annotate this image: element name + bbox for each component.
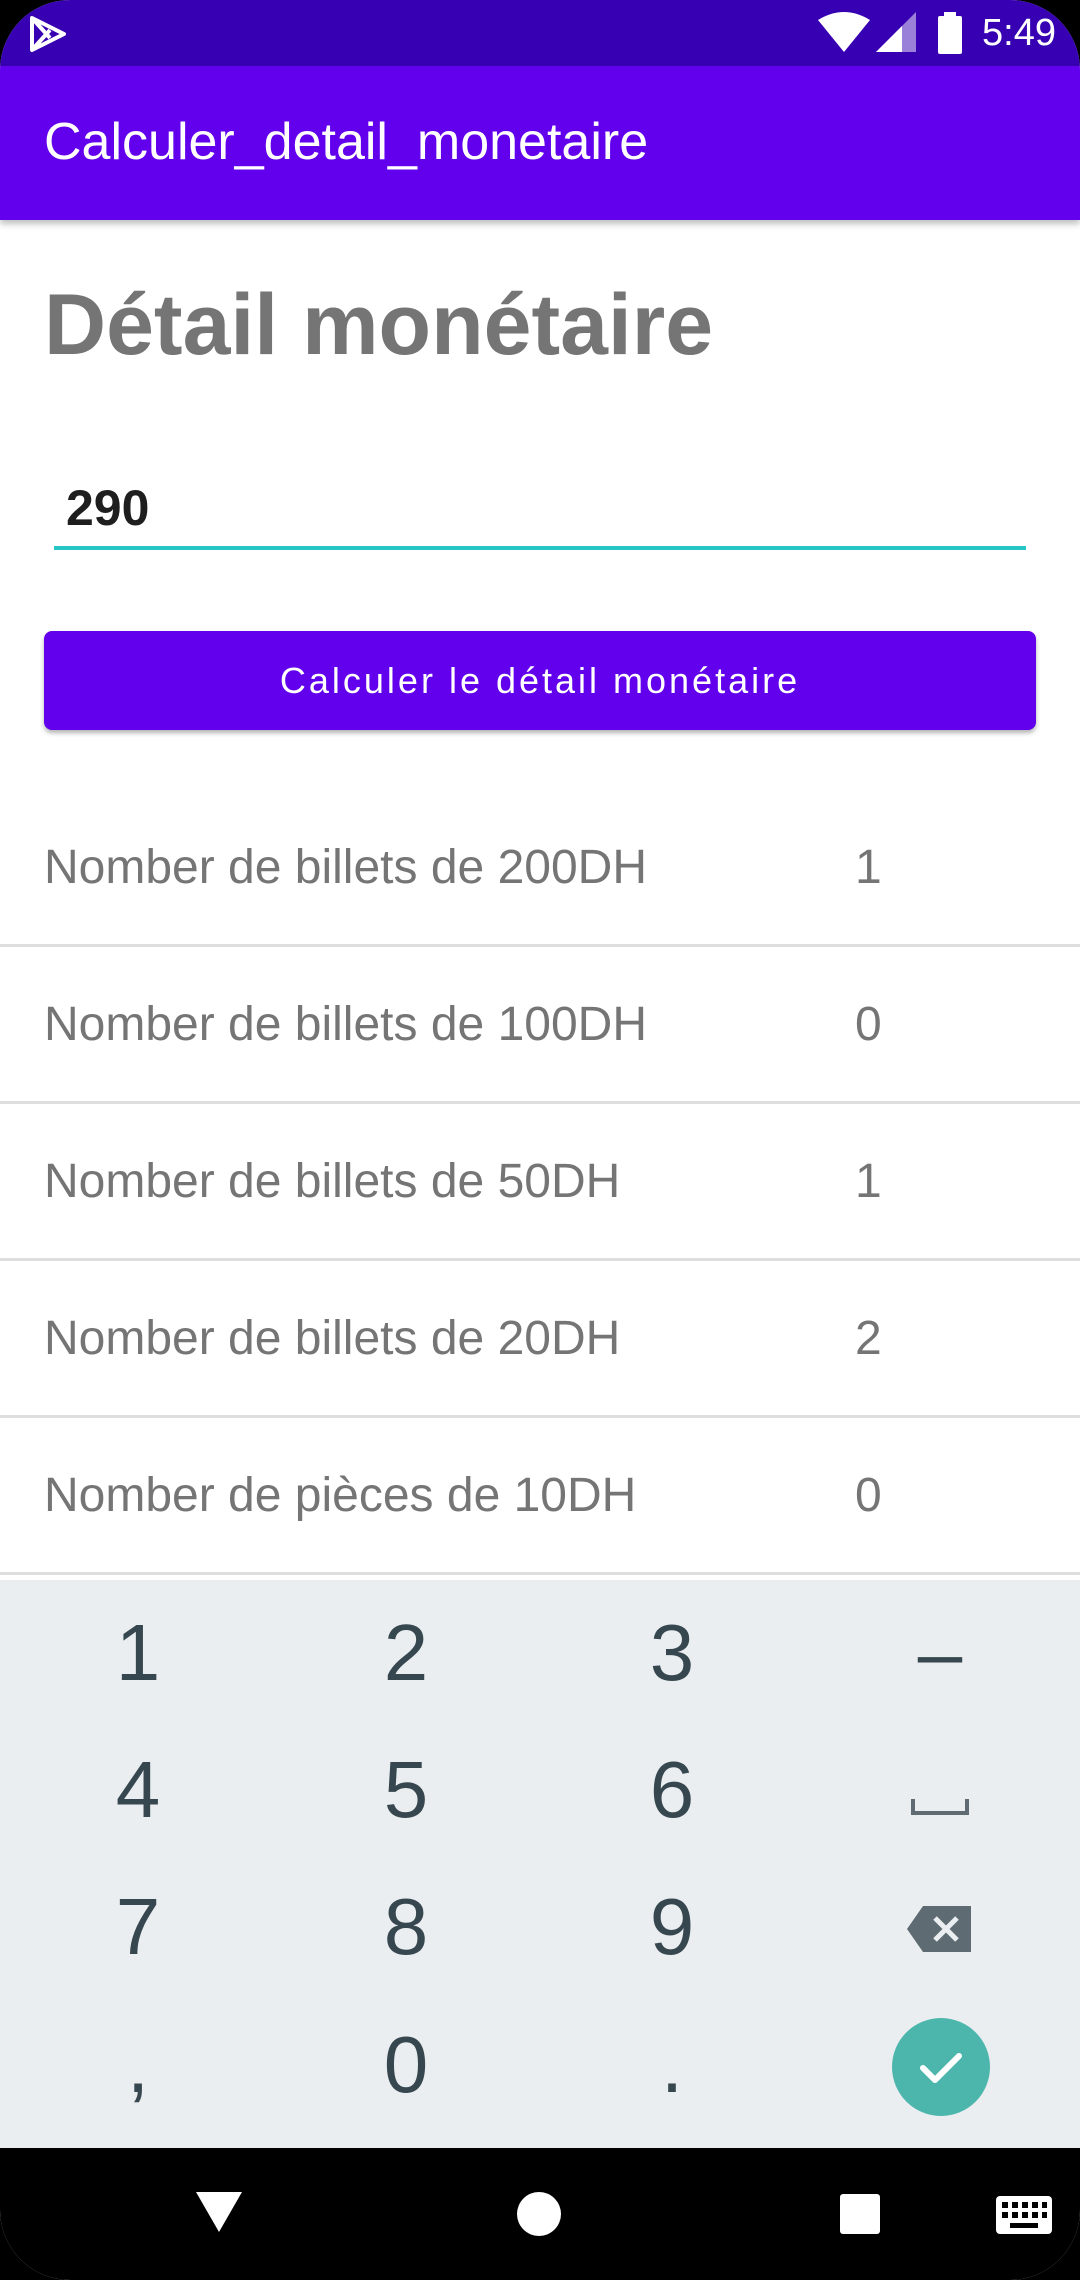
back-icon[interactable] — [196, 2192, 242, 2238]
key-comma[interactable]: , — [38, 2000, 238, 2130]
result-label: Nomber de billets de 20DH — [44, 1312, 621, 1365]
home-icon[interactable] — [517, 2192, 561, 2240]
play-store-icon — [28, 14, 70, 54]
result-row-100dh: Nomber de billets de 100DH 0 — [0, 947, 1080, 1104]
result-value: 2 — [855, 1312, 882, 1365]
result-value: 0 — [855, 998, 882, 1051]
key-9[interactable]: 9 — [572, 1862, 772, 1992]
space-icon — [910, 1745, 970, 1834]
result-label: Nomber de billets de 200DH — [44, 841, 647, 894]
amount-input[interactable] — [54, 470, 1026, 550]
key-7[interactable]: 7 — [38, 1862, 238, 1992]
key-3[interactable]: 3 — [572, 1588, 772, 1718]
numeric-keyboard: 1 2 3 – 4 5 6 7 8 9 , 0 . — [0, 1580, 1080, 2148]
results-list: Nomber de billets de 200DH 1 Nomber de b… — [0, 790, 1080, 1575]
app-title: Calculer_detail_monetaire — [44, 113, 649, 171]
key-backspace[interactable] — [840, 1862, 1040, 1992]
check-icon — [920, 2053, 962, 2083]
phone-screen: 5:49 Calculer_detail_monetaire Détail mo… — [0, 0, 1080, 2280]
navigation-bar — [0, 2148, 1080, 2280]
confirm-key[interactable] — [892, 2018, 990, 2116]
wifi-icon — [818, 12, 870, 58]
result-label: Nomber de pièces de 10DH — [44, 1469, 637, 1522]
result-row-50dh: Nomber de billets de 50DH 1 — [0, 1104, 1080, 1261]
result-value: 1 — [855, 841, 882, 894]
key-8[interactable]: 8 — [306, 1862, 506, 1992]
backspace-icon — [905, 1882, 975, 1971]
calculate-button[interactable]: Calculer le détail monétaire — [44, 631, 1036, 730]
keyboard-icon[interactable] — [996, 2196, 1052, 2238]
key-0[interactable]: 0 — [306, 2000, 506, 2130]
result-label: Nomber de billets de 100DH — [44, 998, 647, 1051]
page-title: Détail monétaire — [44, 277, 714, 373]
key-6[interactable]: 6 — [572, 1725, 772, 1855]
status-bar: 5:49 — [0, 0, 1080, 66]
result-value: 1 — [855, 1155, 882, 1208]
recents-icon[interactable] — [840, 2194, 880, 2238]
result-label: Nomber de billets de 50DH — [44, 1155, 621, 1208]
result-value: 0 — [855, 1469, 882, 1522]
key-space[interactable] — [840, 1725, 1040, 1855]
app-bar: Calculer_detail_monetaire — [0, 66, 1080, 220]
key-5[interactable]: 5 — [306, 1725, 506, 1855]
key-2[interactable]: 2 — [306, 1588, 506, 1718]
result-row-10dh: Nomber de pièces de 10DH 0 — [0, 1418, 1080, 1575]
battery-icon — [936, 12, 964, 58]
status-time: 5:49 — [982, 12, 1056, 54]
key-1[interactable]: 1 — [38, 1588, 238, 1718]
key-period[interactable]: . — [572, 2000, 772, 2130]
signal-icon — [876, 12, 916, 58]
key-4[interactable]: 4 — [38, 1725, 238, 1855]
key-minus[interactable]: – — [840, 1588, 1040, 1718]
result-row-20dh: Nomber de billets de 20DH 2 — [0, 1261, 1080, 1418]
result-row-200dh: Nomber de billets de 200DH 1 — [0, 790, 1080, 947]
